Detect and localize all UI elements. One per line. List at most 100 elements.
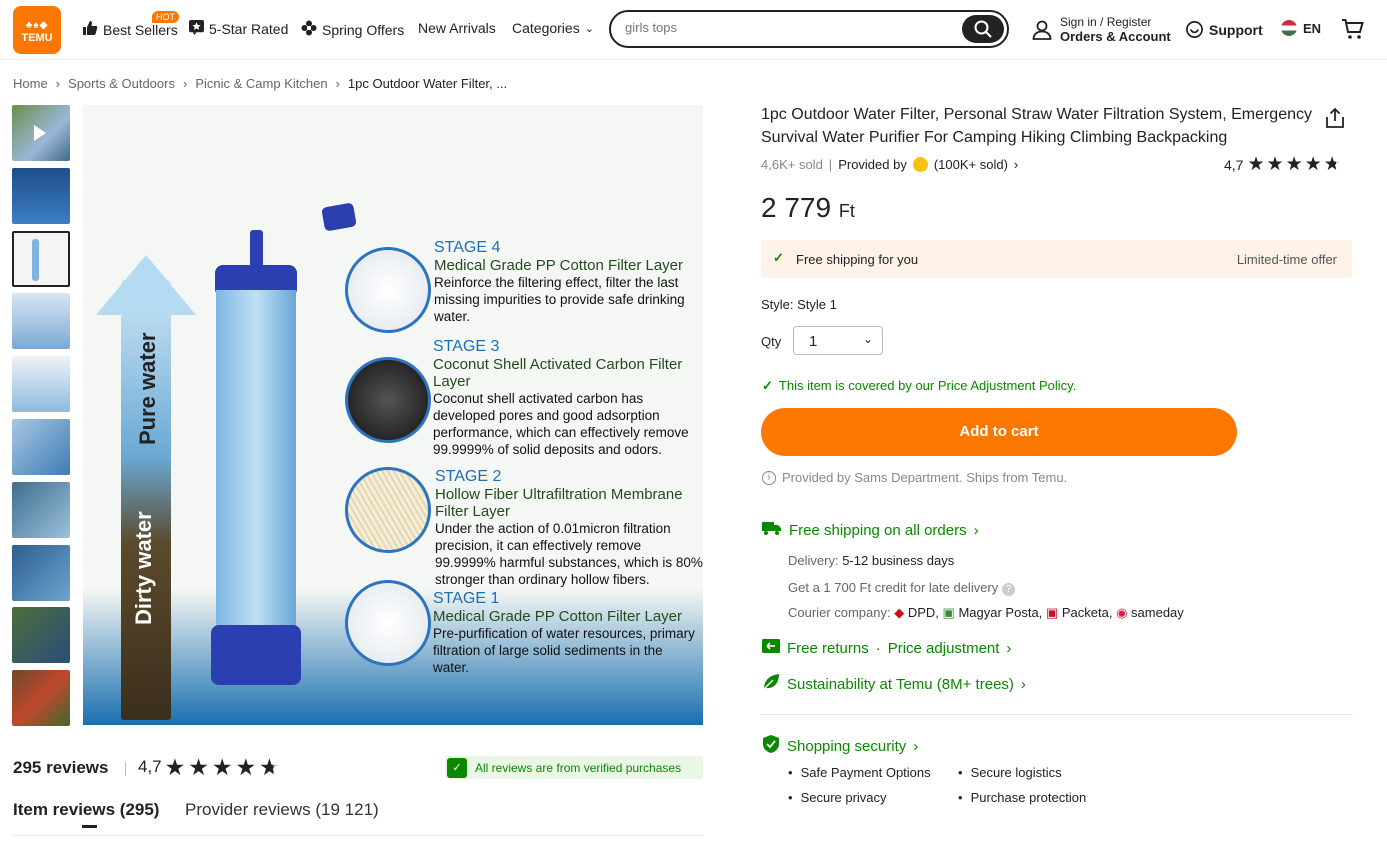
thumbnail-list (12, 105, 70, 733)
play-icon (34, 125, 46, 141)
leaf-icon (762, 673, 780, 695)
thumbnail-image[interactable] (12, 356, 70, 413)
check-icon: ✓ (773, 250, 784, 265)
star-icon: ★ (211, 754, 233, 780)
tab-item-reviews[interactable]: Item reviews (295) (13, 800, 159, 820)
stage-title: Hollow Fiber Ultrafiltration Membrane Fi… (435, 486, 683, 520)
thumbnail-image-selected[interactable] (12, 230, 70, 287)
thumbnail-image[interactable] (12, 167, 70, 224)
share-button[interactable] (1326, 107, 1344, 133)
dot-separator: · (875, 639, 881, 657)
magyar-posta-icon: ▣ (942, 605, 955, 620)
product-title: 1pc Outdoor Water Filter, Personal Straw… (761, 106, 1312, 146)
thumbnail-image[interactable] (12, 670, 70, 727)
nav-categories[interactable]: Categories ⌄ (512, 20, 594, 36)
nav-label: Best Sellers (103, 21, 178, 38)
breadcrumb: Home › Sports & Outdoors › Picnic & Camp… (13, 76, 507, 91)
nav-new-arrivals[interactable]: New Arrivals (418, 20, 496, 36)
style-label: Style: (761, 297, 794, 312)
credit-row: Get a 1 700 Ft credit for late delivery … (788, 580, 1015, 596)
stage-desc: Reinforce the filtering effect, filter t… (434, 275, 685, 324)
cart-button[interactable] (1341, 18, 1365, 45)
chevron-right-icon: › (55, 76, 61, 91)
qty-select[interactable]: 1 ⌄ (793, 326, 883, 355)
sustainability-link[interactable]: Sustainability at Temu (8M+ trees) › (762, 673, 1026, 695)
nav-spring-offers[interactable]: Spring Offers (301, 20, 404, 39)
qty-label: Qty (761, 334, 782, 349)
share-icon (1326, 107, 1344, 128)
main-product-image[interactable]: Pure water Dirty water STAGE 4 Medical G… (83, 105, 703, 725)
add-to-cart-button[interactable]: Add to cart (761, 408, 1237, 456)
help-icon[interactable]: ? (1001, 583, 1015, 596)
verified-badge: ✓ All reviews are from verified purchase… (445, 756, 703, 779)
chevron-right-icon: › (335, 76, 340, 91)
free-shipping-link[interactable]: Free shipping on all orders › (762, 520, 979, 540)
search-button[interactable] (962, 15, 1004, 43)
policy-text: This item is covered by our Price Adjust… (778, 378, 1077, 393)
nav-five-star[interactable]: 5-Star Rated (189, 20, 288, 38)
chevron-right-icon: › (1020, 675, 1026, 693)
check-icon: ✓ (762, 378, 773, 393)
breadcrumb-picnic[interactable]: Picnic & Camp Kitchen (195, 76, 327, 91)
thumbnail-image[interactable] (12, 544, 70, 601)
thumbnail-image[interactable] (12, 418, 70, 475)
product-rating[interactable]: 4,7 ★ ★ ★ ★ ★ (1224, 154, 1341, 175)
returns-link[interactable]: Free returns · Price adjustment › (762, 638, 1011, 658)
search-input[interactable] (625, 20, 955, 35)
language-selector[interactable]: EN (1281, 20, 1321, 36)
breadcrumb-home[interactable]: Home (13, 76, 48, 91)
review-rating: 4,7 ★ ★ ★ ★ ★ (138, 754, 280, 780)
star-box-icon (189, 20, 204, 38)
free-shipping-text: Free shipping for you (796, 252, 919, 267)
stage4-text: STAGE 4 Medical Grade PP Cotton Filter L… (434, 239, 699, 325)
dirty-water-label: Dirty water (131, 511, 156, 625)
straw-body (216, 290, 296, 635)
courier-label: Courier company: (788, 605, 891, 620)
breadcrumb-sports[interactable]: Sports & Outdoors (68, 76, 175, 91)
thumbnail-video[interactable] (12, 105, 70, 161)
search-bar (609, 10, 1009, 48)
style-row: Style: Style 1 (761, 297, 837, 312)
delivery-row: Delivery: 5-12 business days (788, 553, 954, 568)
free-shipping-banner: ✓ Free shipping for you Limited-time off… (761, 240, 1352, 278)
returns-text: Free returns (787, 639, 869, 657)
price-value: 2 779 (761, 192, 832, 223)
security-text: Shopping security (787, 737, 907, 755)
thumbnail-image[interactable] (12, 481, 70, 538)
star-icon: ★ (164, 754, 186, 780)
provider-link[interactable]: (100K+ sold) (934, 157, 1008, 172)
dpd-icon: ◆ (894, 605, 905, 620)
support-link[interactable]: Support (1185, 20, 1263, 39)
pure-water-label: Pure water (135, 332, 160, 446)
sold-count: 4,6K+ sold (761, 157, 823, 172)
stage3-circle (345, 357, 431, 443)
temu-logo[interactable]: ♣♠◆ TEMU (13, 6, 61, 54)
tab-provider-reviews[interactable]: Provider reviews (19 121) (185, 800, 379, 820)
sustainability-text: Sustainability at Temu (8M+ trees) (787, 675, 1014, 693)
chat-icon (1186, 21, 1203, 38)
account-link[interactable]: Sign in / Register Orders & Account (1032, 15, 1171, 44)
shopping-security-link[interactable]: Shopping security › (762, 734, 918, 758)
stage-desc: Coconut shell activated carbon has devel… (433, 391, 689, 457)
security-item: Safe Payment Options (788, 765, 931, 780)
stage-title: Medical Grade PP Cotton Filter Layer (434, 257, 684, 274)
top-header: ♣♠◆ TEMU Best Sellers HOT 5-Star Rated S… (0, 0, 1387, 60)
stage-desc: Pre-purfification of water resources, pr… (433, 626, 695, 675)
thumbnail-image[interactable] (12, 293, 70, 350)
courier-packeta: Packeta, (1061, 605, 1113, 620)
price-policy[interactable]: ✓ This item is covered by our Price Adju… (762, 378, 1076, 394)
stage-head: STAGE 1 (433, 590, 500, 607)
thumbnail-image[interactable] (12, 607, 70, 664)
chevron-down-icon: ⌄ (862, 332, 873, 346)
divider (125, 762, 126, 776)
courier-sameday: sameday (1131, 605, 1184, 620)
search-icon (974, 20, 992, 38)
stage-head: STAGE 2 (435, 468, 502, 485)
rating-value: 4,7 (1224, 157, 1244, 173)
hot-badge: HOT (152, 11, 179, 23)
returns-icon (762, 638, 780, 658)
stage-head: STAGE 3 (433, 338, 500, 355)
chevron-right-icon: › (1013, 157, 1019, 172)
qty-value: 1 (809, 333, 818, 350)
star-icon: ★ (1266, 154, 1284, 175)
